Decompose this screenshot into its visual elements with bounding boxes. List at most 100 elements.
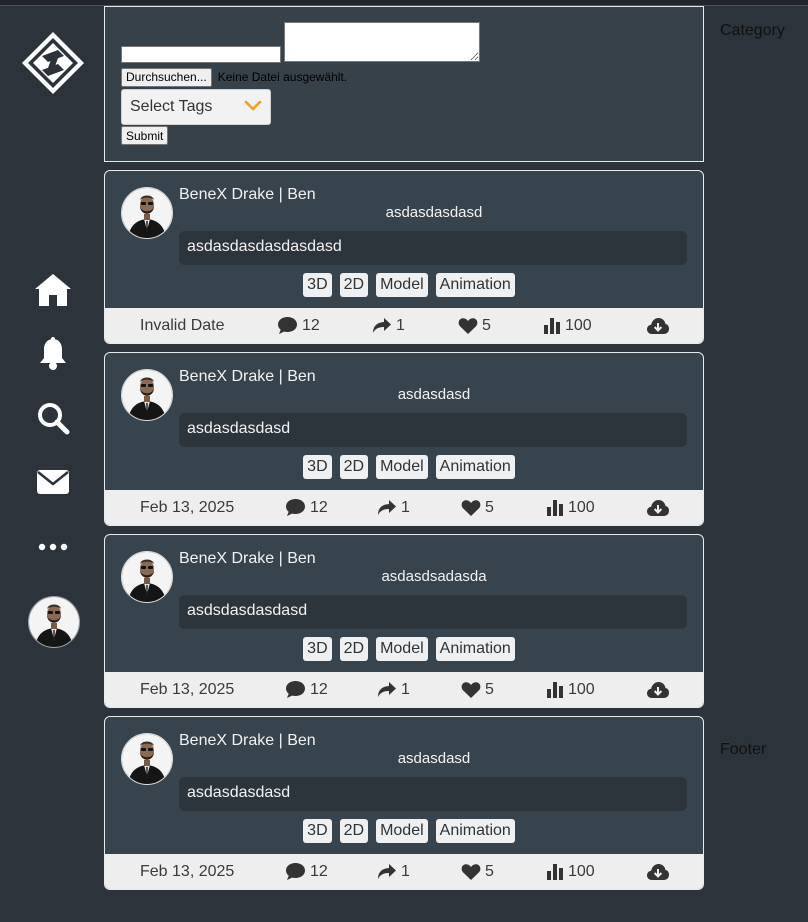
bell-icon[interactable]	[33, 334, 73, 374]
heart-icon	[458, 317, 478, 334]
view-count: 100	[568, 862, 595, 880]
like-stat[interactable]: 5	[458, 308, 491, 343]
like-count: 5	[485, 680, 494, 698]
download-button[interactable]	[646, 490, 670, 525]
submit-button[interactable]: Submit	[121, 126, 169, 145]
post-date: Feb 13, 2025	[140, 498, 235, 516]
like-stat[interactable]: 5	[461, 672, 494, 707]
post-footer: Feb 13, 2025 12 1 5 100	[105, 672, 703, 707]
sidebar	[0, 6, 104, 922]
download-button[interactable]	[646, 672, 670, 707]
logo-icon[interactable]	[20, 30, 86, 96]
author-avatar[interactable]	[121, 369, 173, 421]
post-body: asdasdasdasd	[179, 777, 687, 811]
tag-chip[interactable]: Model	[376, 273, 428, 297]
cloud-download-icon	[647, 499, 669, 516]
tag-list: 3D 2D Model Animation	[105, 273, 703, 297]
post-body: asdsdasdasdasd	[179, 595, 687, 629]
author-avatar[interactable]	[121, 551, 173, 603]
mail-icon[interactable]	[33, 462, 73, 502]
share-count: 1	[396, 316, 405, 334]
share-stat[interactable]: 1	[377, 672, 410, 707]
file-status-label: Keine Datei ausgewählt.	[217, 70, 348, 84]
author-avatar[interactable]	[121, 733, 173, 785]
share-stat[interactable]: 1	[372, 308, 405, 343]
file-upload: Durchsuchen... Keine Datei ausgewählt.	[121, 67, 347, 87]
like-stat[interactable]: 5	[461, 854, 494, 889]
comment-icon	[286, 499, 305, 516]
author-name[interactable]: BeneX Drake | Ben	[179, 368, 316, 386]
share-count: 1	[401, 498, 410, 516]
browse-file-button[interactable]: Durchsuchen...	[121, 67, 212, 87]
tag-chip[interactable]: 3D	[303, 455, 332, 479]
tag-chip[interactable]: Animation	[435, 455, 515, 479]
more-icon[interactable]	[33, 527, 73, 567]
search-icon[interactable]	[33, 398, 73, 438]
comment-stat[interactable]: 12	[285, 854, 328, 889]
profile-avatar[interactable]	[28, 596, 80, 648]
like-stat[interactable]: 5	[461, 490, 494, 525]
cloud-download-icon	[647, 317, 669, 334]
tag-chip[interactable]: Model	[376, 455, 428, 479]
chevron-down-icon	[244, 98, 262, 116]
tag-select-dropdown[interactable]: Select Tags	[121, 89, 271, 125]
post-title: asdasdasd	[397, 386, 471, 403]
share-count: 1	[401, 680, 410, 698]
tag-chip[interactable]: 3D	[303, 273, 332, 297]
bar-chart-icon	[547, 500, 563, 516]
download-button[interactable]	[646, 854, 670, 889]
tag-chip[interactable]: Animation	[435, 273, 515, 297]
share-stat[interactable]: 1	[377, 490, 410, 525]
post-date: Invalid Date	[140, 316, 225, 334]
post-date: Feb 13, 2025	[140, 862, 235, 880]
view-count: 100	[568, 498, 595, 516]
tag-chip[interactable]: 2D	[339, 819, 369, 843]
post-footer: Feb 13, 2025 12 1 5 100	[105, 854, 703, 889]
tag-chip[interactable]: 2D	[339, 273, 369, 297]
post-title: asdasdsadasda	[381, 568, 487, 585]
comment-icon	[278, 317, 297, 334]
tag-list: 3D 2D Model Animation	[105, 819, 703, 843]
tag-chip[interactable]: Model	[376, 637, 428, 661]
comment-stat[interactable]: 12	[277, 308, 320, 343]
tag-chip[interactable]: 2D	[339, 637, 369, 661]
author-avatar[interactable]	[121, 187, 173, 239]
home-icon[interactable]	[33, 270, 73, 310]
comment-stat[interactable]: 12	[285, 490, 328, 525]
download-button[interactable]	[646, 308, 670, 343]
like-count: 5	[482, 316, 491, 334]
heart-icon	[461, 863, 481, 880]
heart-icon	[461, 681, 481, 698]
content-textarea[interactable]	[284, 22, 480, 62]
footer-label: Footer	[720, 741, 767, 758]
bar-chart-icon	[547, 864, 563, 880]
comment-count: 12	[310, 862, 328, 880]
post-card: BeneX Drake | Ben asdasdasd asdasdasdasd…	[104, 716, 704, 890]
comment-stat[interactable]: 12	[285, 672, 328, 707]
tag-chip[interactable]: Animation	[435, 637, 515, 661]
share-icon	[378, 864, 396, 879]
title-input[interactable]	[121, 46, 281, 63]
author-name[interactable]: BeneX Drake | Ben	[179, 186, 316, 204]
tag-list: 3D 2D Model Animation	[105, 637, 703, 661]
author-name[interactable]: BeneX Drake | Ben	[179, 550, 316, 568]
tag-chip[interactable]: Model	[376, 819, 428, 843]
tag-chip[interactable]: 3D	[303, 637, 332, 661]
view-count: 100	[565, 316, 592, 334]
cloud-download-icon	[647, 863, 669, 880]
bar-chart-icon	[544, 318, 560, 334]
post-title: asdasdasd	[397, 750, 471, 767]
category-label: Category	[720, 22, 785, 39]
tag-select-placeholder: Select Tags	[130, 98, 213, 115]
post-card: BeneX Drake | Ben asdasdsadasda asdsdasd…	[104, 534, 704, 708]
post-body: asdasdasdasd	[179, 413, 687, 447]
post-title: asdasdasdasd	[385, 204, 483, 221]
post-body: asdasdasdasdasdasd	[179, 231, 687, 265]
tag-chip[interactable]: Animation	[435, 819, 515, 843]
author-name[interactable]: BeneX Drake | Ben	[179, 732, 316, 750]
tag-chip[interactable]: 2D	[339, 455, 369, 479]
tag-chip[interactable]: 3D	[303, 819, 332, 843]
comment-count: 12	[302, 316, 320, 334]
views-stat: 100	[546, 490, 595, 525]
share-stat[interactable]: 1	[377, 854, 410, 889]
